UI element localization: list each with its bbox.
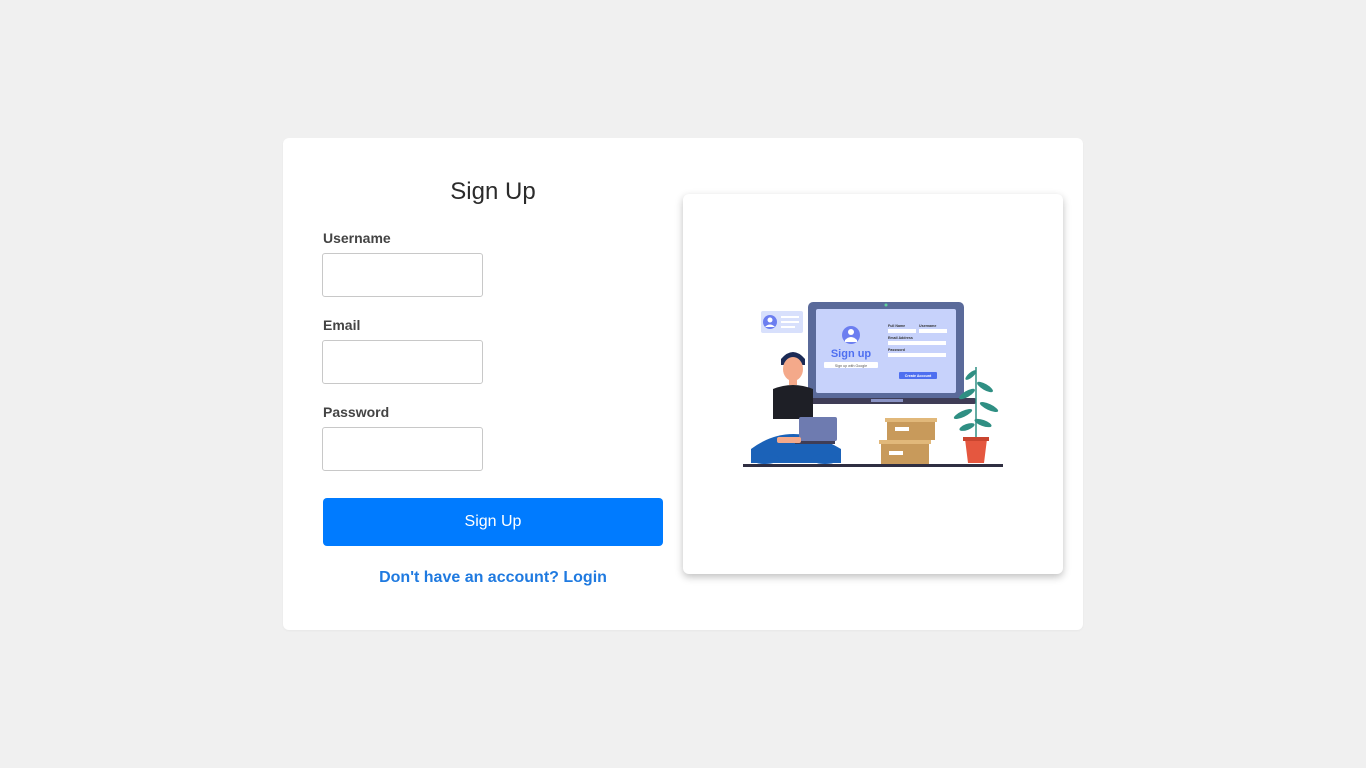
floating-profile-card — [761, 311, 803, 333]
laptop-small — [799, 417, 837, 441]
email-label: Email — [323, 317, 361, 333]
laptop-screen — [796, 302, 976, 404]
login-link[interactable]: Don't have an account? Login — [323, 569, 663, 587]
signup-card: Sign Up Username Email Password Sign Up … — [283, 138, 1083, 630]
google-button-text: Sign up with Google — [835, 364, 867, 368]
signup-illustration: Sign up Sign up with Google Full Name Us… — [743, 302, 1003, 467]
svg-text:Full Name: Full Name — [888, 324, 905, 328]
svg-text:Email Address: Email Address — [888, 336, 913, 340]
boxes-icon — [879, 418, 937, 464]
signup-button[interactable]: Sign Up — [323, 498, 663, 546]
password-input[interactable] — [322, 427, 483, 471]
svg-text:Username: Username — [919, 324, 936, 328]
illustration-card: Sign up Sign up with Google Full Name Us… — [683, 194, 1063, 574]
svg-text:Create Account: Create Account — [905, 374, 932, 378]
page-title: Sign Up — [450, 178, 536, 205]
ground-line — [743, 464, 1003, 467]
username-input[interactable] — [322, 253, 483, 297]
svg-text:Password: Password — [888, 348, 905, 352]
password-label: Password — [323, 404, 390, 420]
email-input[interactable] — [322, 340, 483, 384]
screen-heading: Sign up — [831, 348, 872, 360]
username-label: Username — [323, 230, 391, 246]
